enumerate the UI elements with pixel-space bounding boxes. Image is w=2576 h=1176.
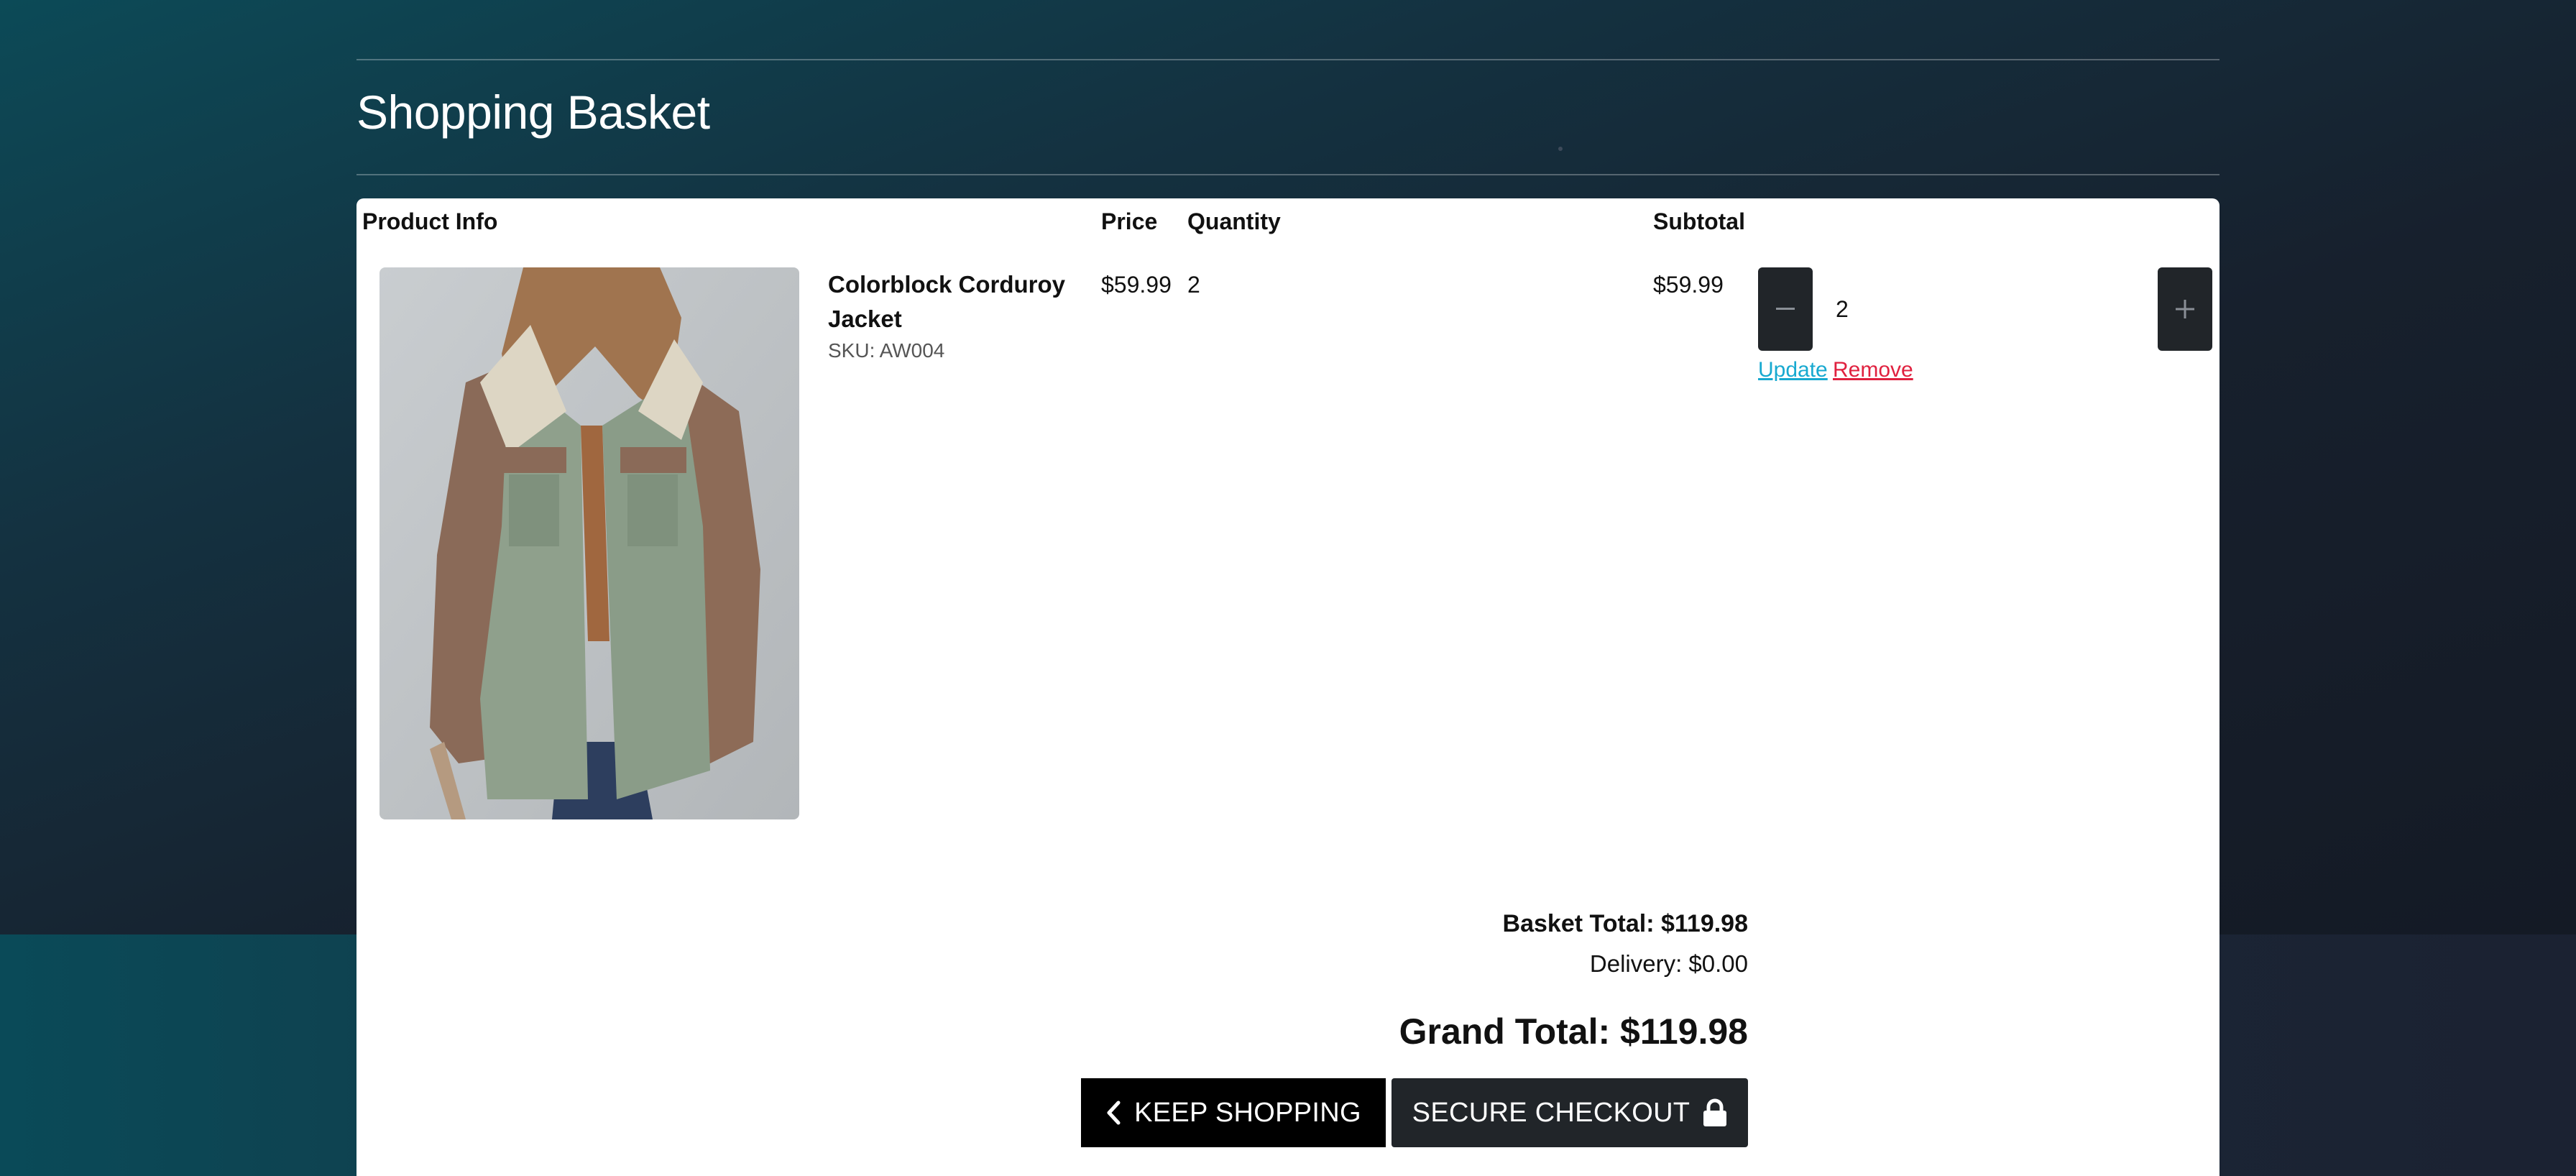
header-price: Price	[1101, 208, 1158, 234]
product-sku: SKU: AW004	[828, 339, 945, 362]
basket-total: Basket Total: $119.98	[1502, 910, 1748, 937]
delivery-cost: Delivery: $0.00	[1589, 950, 1748, 977]
remove-link[interactable]: Remove	[1833, 358, 1913, 382]
item-price: $59.99	[1101, 272, 1172, 298]
header-quantity: Quantity	[1187, 208, 1281, 234]
chevron-left-icon	[1107, 1101, 1121, 1125]
product-name[interactable]: Colorblock Corduroy Jacket	[828, 267, 1087, 336]
decrease-quantity-button[interactable]	[1758, 267, 1813, 351]
item-quantity: 2	[1187, 272, 1200, 298]
keep-shopping-button[interactable]: KEEP SHOPPING	[1081, 1078, 1386, 1147]
quantity-input[interactable]	[1813, 267, 2158, 351]
page-title: Shopping Basket	[356, 86, 710, 139]
divider-top	[356, 59, 2220, 60]
increase-quantity-button[interactable]	[2158, 267, 2212, 351]
secure-checkout-button[interactable]: SECURE CHECKOUT	[1392, 1078, 1748, 1147]
product-image[interactable]	[380, 267, 799, 819]
decorative-dot	[1558, 147, 1563, 151]
keep-shopping-label: KEEP SHOPPING	[1134, 1097, 1361, 1128]
lock-icon	[1703, 1098, 1727, 1126]
header-product-info: Product Info	[362, 208, 498, 234]
plus-icon	[2176, 300, 2194, 318]
secure-checkout-label: SECURE CHECKOUT	[1412, 1097, 1690, 1128]
item-subtotal: $59.99	[1653, 272, 1724, 298]
update-link[interactable]: Update	[1758, 358, 1828, 382]
basket-container: Shopping Basket Product Info Price Quant…	[356, 0, 2220, 1176]
quantity-stepper	[1758, 267, 2212, 351]
basket-table: Product Info Price Quantity Subtotal Col…	[356, 198, 2220, 1176]
divider-bottom	[356, 174, 2220, 175]
corduroy-jacket-photo	[380, 267, 799, 819]
grand-total: Grand Total: $119.98	[1399, 1011, 1748, 1052]
minus-icon	[1776, 308, 1795, 310]
header-subtotal: Subtotal	[1653, 208, 1745, 234]
